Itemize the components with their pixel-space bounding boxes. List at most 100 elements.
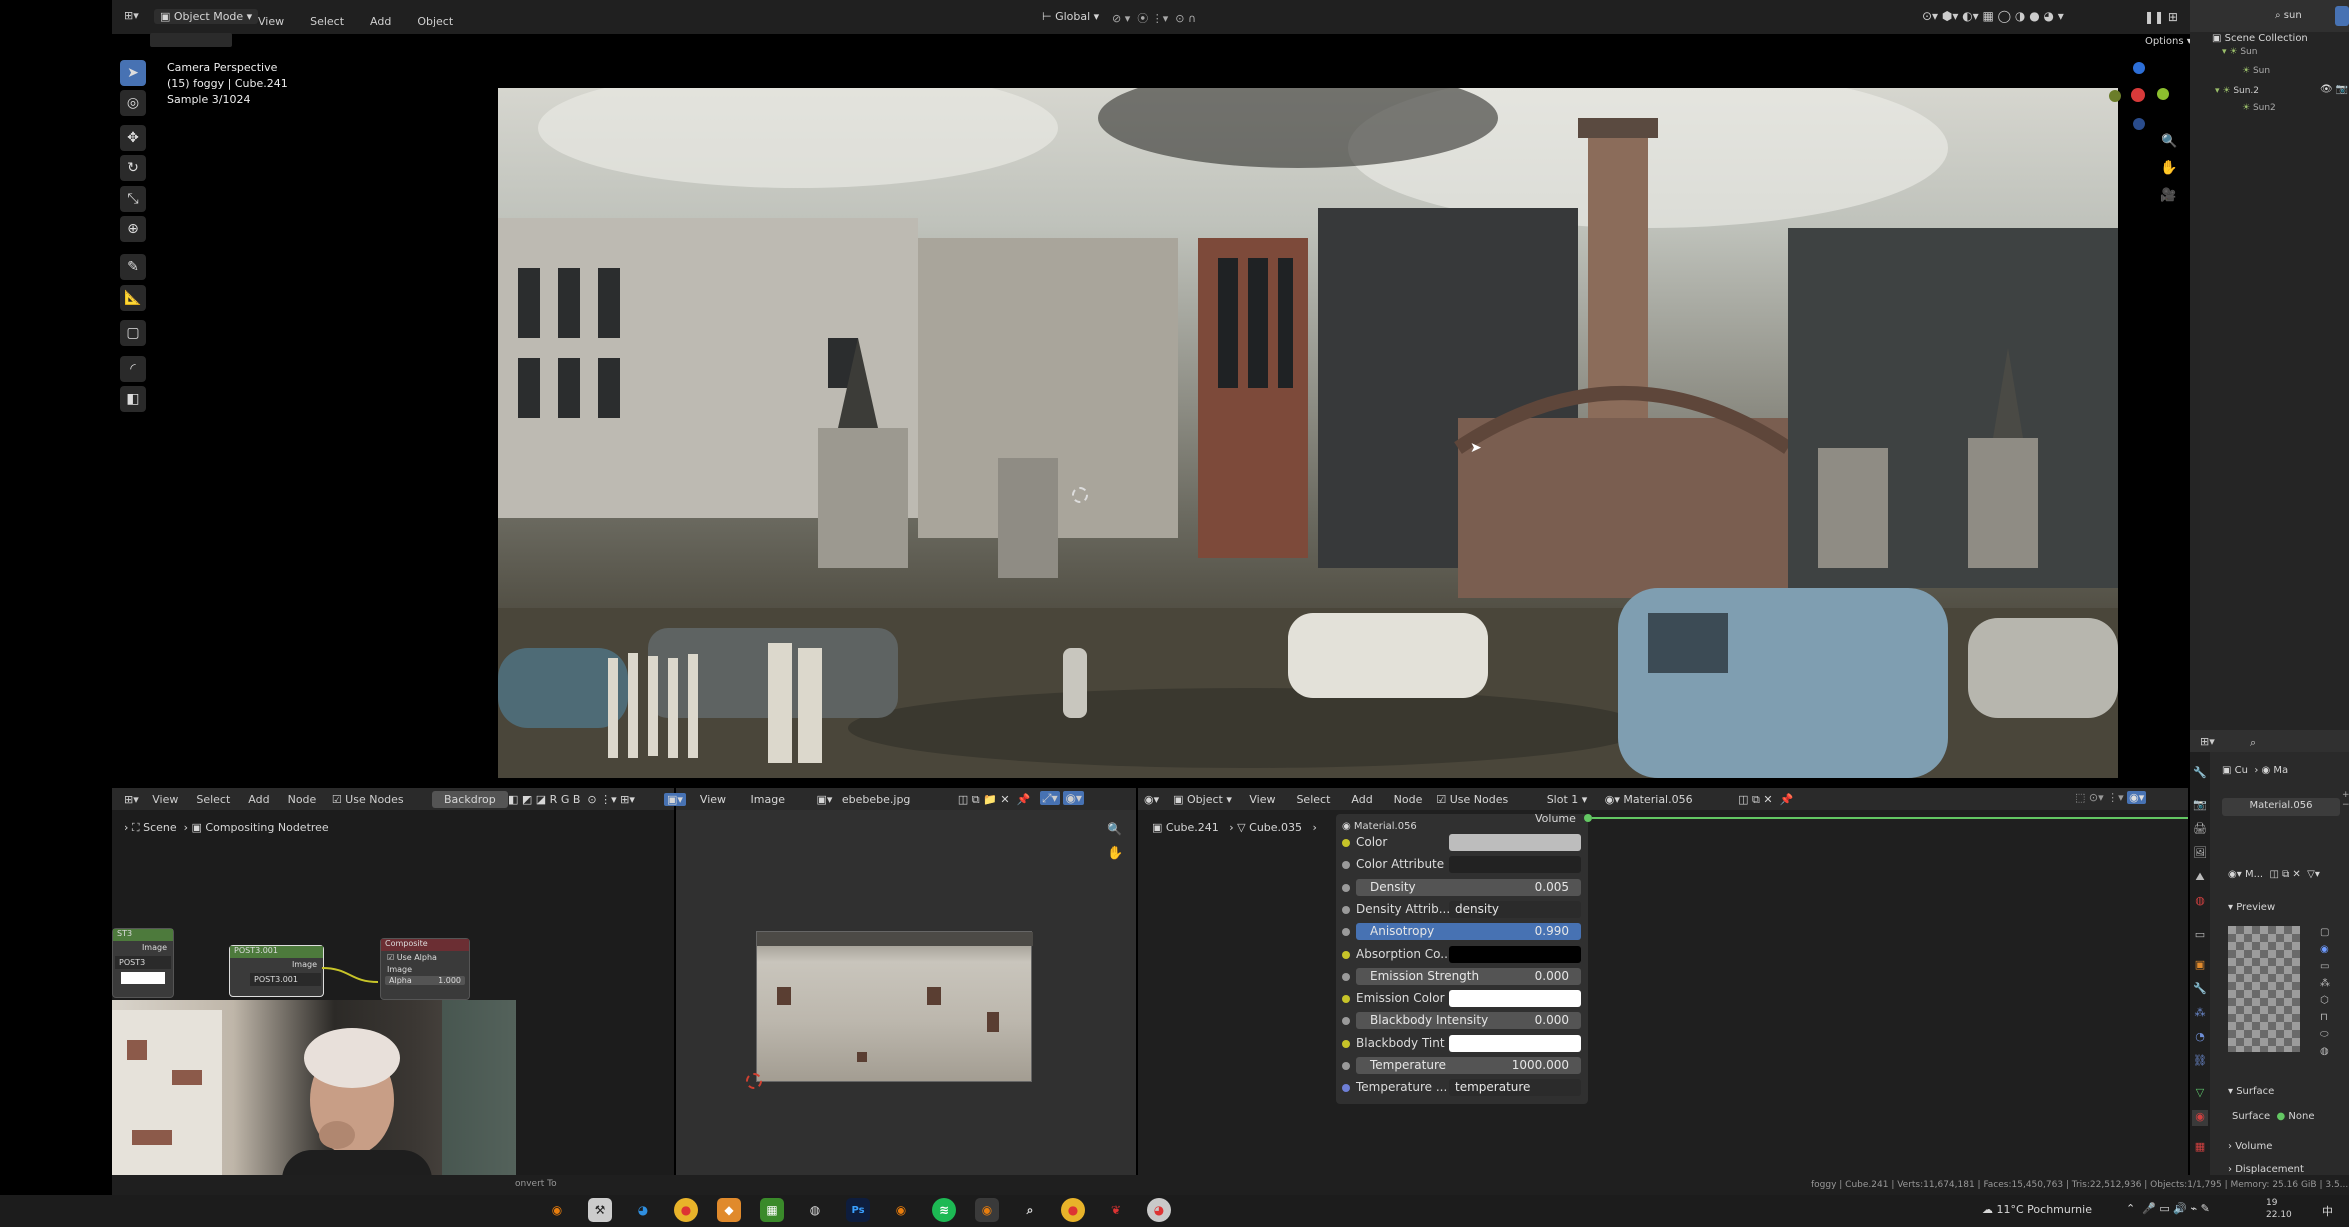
transform-tool-icon[interactable]: ⊕ <box>120 216 146 242</box>
gizmo-neg-z-axis[interactable] <box>2133 118 2145 130</box>
slot-list-side-icons[interactable]: + − <box>2342 790 2349 810</box>
volume-prop-row[interactable]: Absorption Co... <box>1342 945 1582 964</box>
menu-view[interactable]: View <box>258 15 284 28</box>
pan-view-icon[interactable]: ✋ <box>2160 160 2177 176</box>
shader-menu-select[interactable]: Select <box>1296 793 1330 806</box>
visibility-eye-icon[interactable]: 👁 📷 <box>2320 84 2348 95</box>
socket-dot-icon[interactable] <box>1342 973 1350 981</box>
world-tab-icon[interactable]: ◍ <box>2192 894 2208 910</box>
spotify-taskbar-icon[interactable]: ≋ <box>932 1198 956 1222</box>
outliner-filter-icon[interactable] <box>2335 6 2349 26</box>
output-tab-icon[interactable]: 🖨 <box>2192 822 2208 838</box>
image-menu-image[interactable]: Image <box>751 793 785 806</box>
misc-taskbar-icon[interactable]: ◕ <box>1147 1198 1171 1222</box>
annotate-tool-icon[interactable]: ✎ <box>120 254 146 280</box>
menu-add[interactable]: Add <box>370 15 391 28</box>
properties-search-icon[interactable]: ⌕ <box>2250 736 2256 750</box>
menu-select[interactable]: Select <box>310 15 344 28</box>
socket-dot-icon[interactable] <box>1342 1040 1350 1048</box>
node-composite-alpha[interactable]: Alpha 1.000 <box>385 976 465 985</box>
transform-orientation[interactable]: ⊢ Global ▾ <box>1042 10 1099 23</box>
image-cursor-icon[interactable] <box>746 1073 762 1089</box>
measure-tool-icon[interactable]: 📐 <box>120 285 146 311</box>
gizmo-z-axis[interactable] <box>2133 62 2145 74</box>
navigation-gizmo[interactable] <box>2105 62 2175 132</box>
image-name-field[interactable]: ebebebe.jpg <box>842 793 911 806</box>
shear-tool-icon[interactable]: ◧ <box>120 386 146 412</box>
viewport-shading-icons[interactable]: ⊙▾ ⬢▾ ◐▾ ▦ ◯ ◑ ● ◕ ▾ <box>1922 9 2064 23</box>
zoom-view-icon[interactable]: 🔍 <box>2161 134 2177 149</box>
node-composite[interactable]: Composite ☑ Use Alpha Image Alpha 1.000 <box>380 938 470 1000</box>
object-tab-icon[interactable]: ▣ <box>2192 958 2208 974</box>
material-slot-list[interactable]: Material.056 <box>2222 798 2340 816</box>
shader-object-dropdown[interactable]: ▣ Object ▾ <box>1173 793 1232 806</box>
compositor-editor-icon[interactable]: ⊞▾ <box>124 793 139 806</box>
socket-dot-icon[interactable] <box>1342 951 1350 959</box>
scale-tool-icon[interactable]: ⤡ <box>120 186 146 212</box>
image-browse-icon[interactable]: ▣▾ <box>816 793 832 806</box>
image-pan-icon[interactable]: ✋ <box>1107 846 1123 861</box>
compositor-menu-add[interactable]: Add <box>248 793 269 806</box>
pinwheel-taskbar-icon[interactable]: ◕ <box>631 1198 655 1222</box>
node-post3[interactable]: ST3 Image POST3 <box>112 928 174 998</box>
outliner-item-1[interactable]: ▾ ☀ Sun <box>2222 47 2257 57</box>
shader-header-right-icons[interactable]: ⬚ ⊙▾ ⋮▾ ◉▾ <box>2075 791 2147 804</box>
compositor-menu-select[interactable]: Select <box>196 793 230 806</box>
particles-tab-icon[interactable]: ⁂ <box>2192 1006 2208 1022</box>
outliner-item-4[interactable]: ☀ Sun2 <box>2242 103 2276 113</box>
outliner-item-2[interactable]: ☀ Sun <box>2242 66 2270 76</box>
shader-menu-node[interactable]: Node <box>1394 793 1423 806</box>
add-cube-tool-icon[interactable]: ▢ <box>120 320 146 346</box>
box-taskbar-icon[interactable]: ◆ <box>717 1198 741 1222</box>
number-field[interactable]: Anisotropy 0.990 <box>1356 923 1581 940</box>
search-taskbar-icon[interactable]: ⌕ <box>1018 1198 1042 1222</box>
view-toggle-icons[interactable]: ⤢▾ ◉▾ <box>1040 791 1084 806</box>
options-dropdown[interactable]: Options ▾ <box>2145 36 2192 47</box>
blender2-taskbar-icon[interactable]: ◉ <box>889 1198 913 1222</box>
socket-dot-icon[interactable] <box>1342 1084 1350 1092</box>
text-field[interactable]: density <box>1449 901 1581 918</box>
socket-dot-icon[interactable] <box>1342 928 1350 936</box>
language-indicator[interactable]: 中 <box>2322 1203 2333 1219</box>
volume-prop-row[interactable]: Anisotropy 0.990 <box>1342 922 1582 941</box>
gizmo-y-axis[interactable] <box>2157 88 2169 100</box>
number-field[interactable]: Blackbody Intensity 0.000 <box>1356 1012 1581 1029</box>
volume-prop-row[interactable]: Blackbody Tint <box>1342 1034 1582 1053</box>
shader-editor-type-icon[interactable]: ◉▾ <box>1144 793 1159 806</box>
pause-icon[interactable]: ❚❚ ⊞ <box>2144 10 2178 24</box>
volume-prop-row[interactable]: Density Attrib... density <box>1342 900 1582 919</box>
socket-dot-icon[interactable] <box>1342 1017 1350 1025</box>
camera-view-icon[interactable]: 🎥 <box>2160 188 2176 203</box>
displacement-panel-header[interactable]: › Displacement <box>2228 1164 2304 1175</box>
bird-taskbar-icon[interactable]: ❦ <box>1104 1198 1128 1222</box>
volume-output-socket[interactable] <box>1584 814 1592 822</box>
image-editor-type-icon[interactable]: ▣▾ <box>664 793 686 806</box>
chrome-taskbar-icon[interactable]: ● <box>674 1198 698 1222</box>
collection-tab-icon[interactable]: ▭ <box>2192 928 2208 944</box>
image-menu-view[interactable]: View <box>700 793 726 806</box>
preview-panel-header[interactable]: ▾ Preview <box>2228 902 2275 913</box>
socket-dot-icon[interactable] <box>1342 884 1350 892</box>
gizmo-x-axis[interactable] <box>2131 88 2145 102</box>
volume-prop-row[interactable]: Emission Color <box>1342 989 1582 1008</box>
material-datablock[interactable]: ◉▾ M... ◫ ⧉ ✕ ▽▾ <box>2228 869 2320 880</box>
socket-dot-icon[interactable] <box>1342 995 1350 1003</box>
texture-image[interactable] <box>756 931 1033 1082</box>
shader-editor-canvas[interactable] <box>1138 810 2188 1175</box>
node-composite-use-alpha[interactable]: ☑ Use Alpha <box>381 951 469 964</box>
nvidia-taskbar-icon[interactable]: ▦ <box>760 1198 784 1222</box>
modifier-tab-icon[interactable]: 🔧 <box>2192 982 2208 998</box>
mode-dropdown[interactable]: ▣ Object Mode ▾ <box>154 9 259 24</box>
data-tab-icon[interactable]: ▽ <box>2192 1086 2208 1102</box>
shader-use-nodes-checkbox[interactable]: ☑ Use Nodes <box>1436 793 1508 806</box>
blender-taskbar-icon[interactable]: ◉ <box>545 1198 569 1222</box>
3d-cursor-icon[interactable] <box>1072 487 1088 503</box>
render-tab-icon[interactable]: 📷 <box>2192 798 2208 814</box>
material-datablock-icons[interactable]: ◫ ⧉ ✕ 📌 <box>1738 793 1793 806</box>
socket-dot-icon[interactable] <box>1342 906 1350 914</box>
backdrop-channel-buttons[interactable]: ◧ ◩ ◪ R G B ⊙ ⋮▾ ⊞▾ <box>508 793 635 806</box>
tool-tab-icon[interactable]: 🔧 <box>2192 766 2208 782</box>
obs-taskbar-icon[interactable]: ◍ <box>803 1198 827 1222</box>
gizmo-neg-y-axis[interactable] <box>2109 90 2121 102</box>
backdrop-button[interactable]: Backdrop <box>432 791 508 808</box>
